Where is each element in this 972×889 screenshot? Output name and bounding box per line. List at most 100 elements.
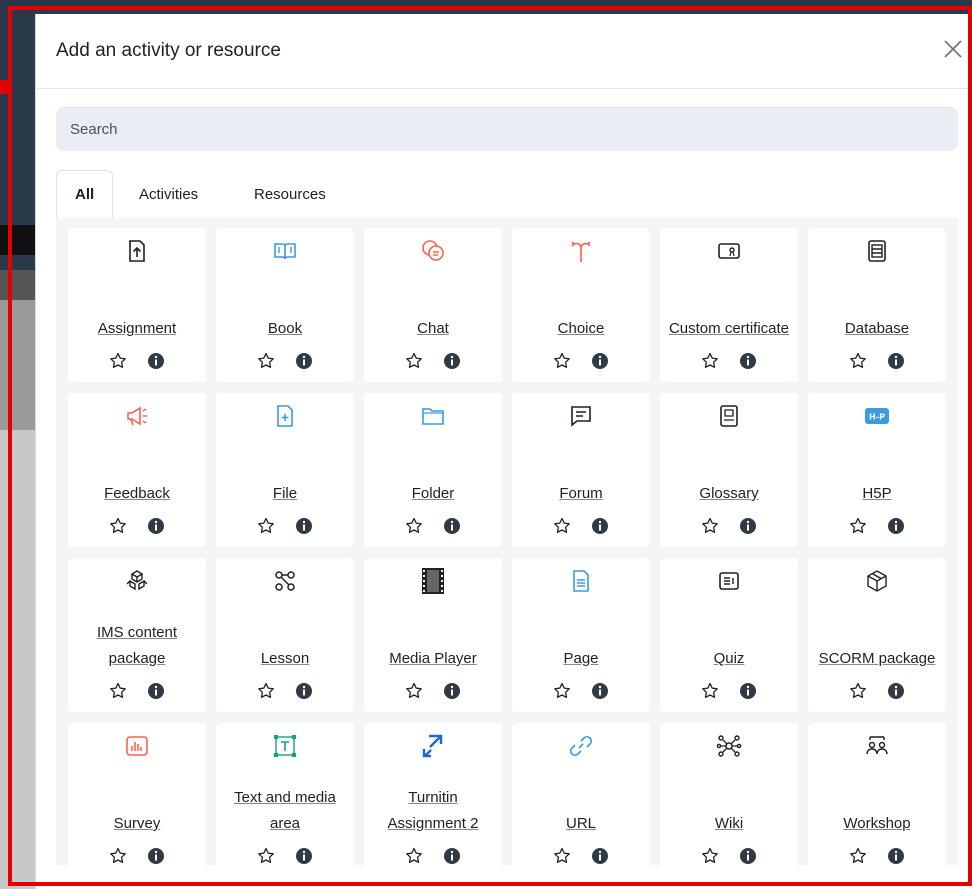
activity-name-link[interactable]: File (220, 481, 350, 507)
star-icon[interactable] (257, 517, 275, 535)
info-icon[interactable] (739, 682, 757, 700)
star-icon[interactable] (849, 682, 867, 700)
info-icon[interactable] (147, 847, 165, 865)
activity-name-link[interactable]: Chat (368, 316, 498, 342)
activity-card[interactable]: H-P H5P (808, 393, 946, 547)
activity-name-link[interactable]: Feedback (72, 481, 202, 507)
activity-name-link[interactable]: Quiz (664, 646, 794, 672)
activity-name-link[interactable]: Wiki (664, 811, 794, 837)
info-icon[interactable] (295, 352, 313, 370)
activity-card[interactable]: URL (512, 723, 650, 877)
info-icon[interactable] (887, 682, 905, 700)
activity-card[interactable]: Text and media area (216, 723, 354, 877)
info-icon[interactable] (591, 352, 609, 370)
activity-name-link[interactable]: Choice (516, 316, 646, 342)
star-icon[interactable] (701, 682, 719, 700)
activity-card[interactable]: IMS content package (68, 558, 206, 712)
activity-card[interactable]: Workshop (808, 723, 946, 877)
activity-card[interactable]: File (216, 393, 354, 547)
star-icon[interactable] (849, 517, 867, 535)
tab-activities[interactable]: Activities (121, 170, 216, 218)
activity-name-link[interactable]: Text and media area (220, 785, 350, 837)
info-icon[interactable] (739, 352, 757, 370)
activity-card[interactable]: SCORM package (808, 558, 946, 712)
activity-card[interactable]: Survey (68, 723, 206, 877)
star-icon[interactable] (109, 847, 127, 865)
activity-name-link[interactable]: Glossary (664, 481, 794, 507)
star-icon[interactable] (701, 517, 719, 535)
activity-name-link[interactable]: Media Player (368, 646, 498, 672)
activity-name-link[interactable]: Page (516, 646, 646, 672)
activity-card[interactable]: Book (216, 228, 354, 382)
info-icon[interactable] (739, 517, 757, 535)
activity-name-link[interactable]: Custom certificate (664, 316, 794, 342)
info-icon[interactable] (739, 847, 757, 865)
info-icon[interactable] (591, 682, 609, 700)
activity-card[interactable]: Media Player (364, 558, 502, 712)
activity-name-link[interactable]: URL (516, 811, 646, 837)
activity-card[interactable]: Choice (512, 228, 650, 382)
activity-name-link[interactable]: Forum (516, 481, 646, 507)
info-icon[interactable] (443, 847, 461, 865)
info-icon[interactable] (443, 517, 461, 535)
info-icon[interactable] (887, 517, 905, 535)
activity-name-link[interactable]: Workshop (812, 811, 942, 837)
info-icon[interactable] (443, 352, 461, 370)
activity-name-link[interactable]: SCORM package (812, 646, 942, 672)
star-icon[interactable] (405, 352, 423, 370)
activity-card[interactable]: Folder (364, 393, 502, 547)
activity-card[interactable]: Forum (512, 393, 650, 547)
activity-name-link[interactable]: Assignment (72, 316, 202, 342)
activity-name-link[interactable]: IMS content package (72, 620, 202, 672)
activity-name-link[interactable]: Folder (368, 481, 498, 507)
star-icon[interactable] (553, 517, 571, 535)
info-icon[interactable] (591, 847, 609, 865)
activity-name-link[interactable]: Survey (72, 811, 202, 837)
close-icon[interactable] (942, 38, 964, 60)
info-icon[interactable] (887, 847, 905, 865)
info-icon[interactable] (591, 517, 609, 535)
activity-card[interactable]: Turnitin Assignment 2 (364, 723, 502, 877)
activity-card[interactable]: Glossary (660, 393, 798, 547)
activity-card[interactable]: Quiz (660, 558, 798, 712)
star-icon[interactable] (405, 847, 423, 865)
activity-name-link[interactable]: Database (812, 316, 942, 342)
activity-name-link[interactable]: H5P (812, 481, 942, 507)
info-icon[interactable] (295, 517, 313, 535)
star-icon[interactable] (701, 352, 719, 370)
star-icon[interactable] (257, 682, 275, 700)
star-icon[interactable] (109, 682, 127, 700)
info-icon[interactable] (147, 352, 165, 370)
star-icon[interactable] (109, 352, 127, 370)
activity-name-link[interactable]: Lesson (220, 646, 350, 672)
tab-all[interactable]: All (56, 170, 114, 219)
activity-name-link[interactable]: Turnitin Assignment 2 (368, 785, 498, 837)
star-icon[interactable] (849, 352, 867, 370)
star-icon[interactable] (849, 847, 867, 865)
info-icon[interactable] (147, 682, 165, 700)
activity-card[interactable]: Page (512, 558, 650, 712)
search-input[interactable]: Search (56, 107, 958, 151)
info-icon[interactable] (295, 682, 313, 700)
star-icon[interactable] (257, 847, 275, 865)
star-icon[interactable] (553, 352, 571, 370)
activity-card[interactable]: Lesson (216, 558, 354, 712)
activity-card[interactable]: Feedback (68, 393, 206, 547)
star-icon[interactable] (553, 847, 571, 865)
tab-resources[interactable]: Resources (236, 170, 344, 218)
activity-name-link[interactable]: Book (220, 316, 350, 342)
star-icon[interactable] (405, 517, 423, 535)
activity-card[interactable]: Assignment (68, 228, 206, 382)
star-icon[interactable] (701, 847, 719, 865)
activity-card[interactable]: Custom certificate (660, 228, 798, 382)
star-icon[interactable] (405, 682, 423, 700)
activity-card[interactable]: Chat (364, 228, 502, 382)
star-icon[interactable] (109, 517, 127, 535)
activity-card[interactable]: Database (808, 228, 946, 382)
star-icon[interactable] (257, 352, 275, 370)
info-icon[interactable] (147, 517, 165, 535)
activity-card[interactable]: Wiki (660, 723, 798, 877)
star-icon[interactable] (553, 682, 571, 700)
info-icon[interactable] (887, 352, 905, 370)
info-icon[interactable] (295, 847, 313, 865)
